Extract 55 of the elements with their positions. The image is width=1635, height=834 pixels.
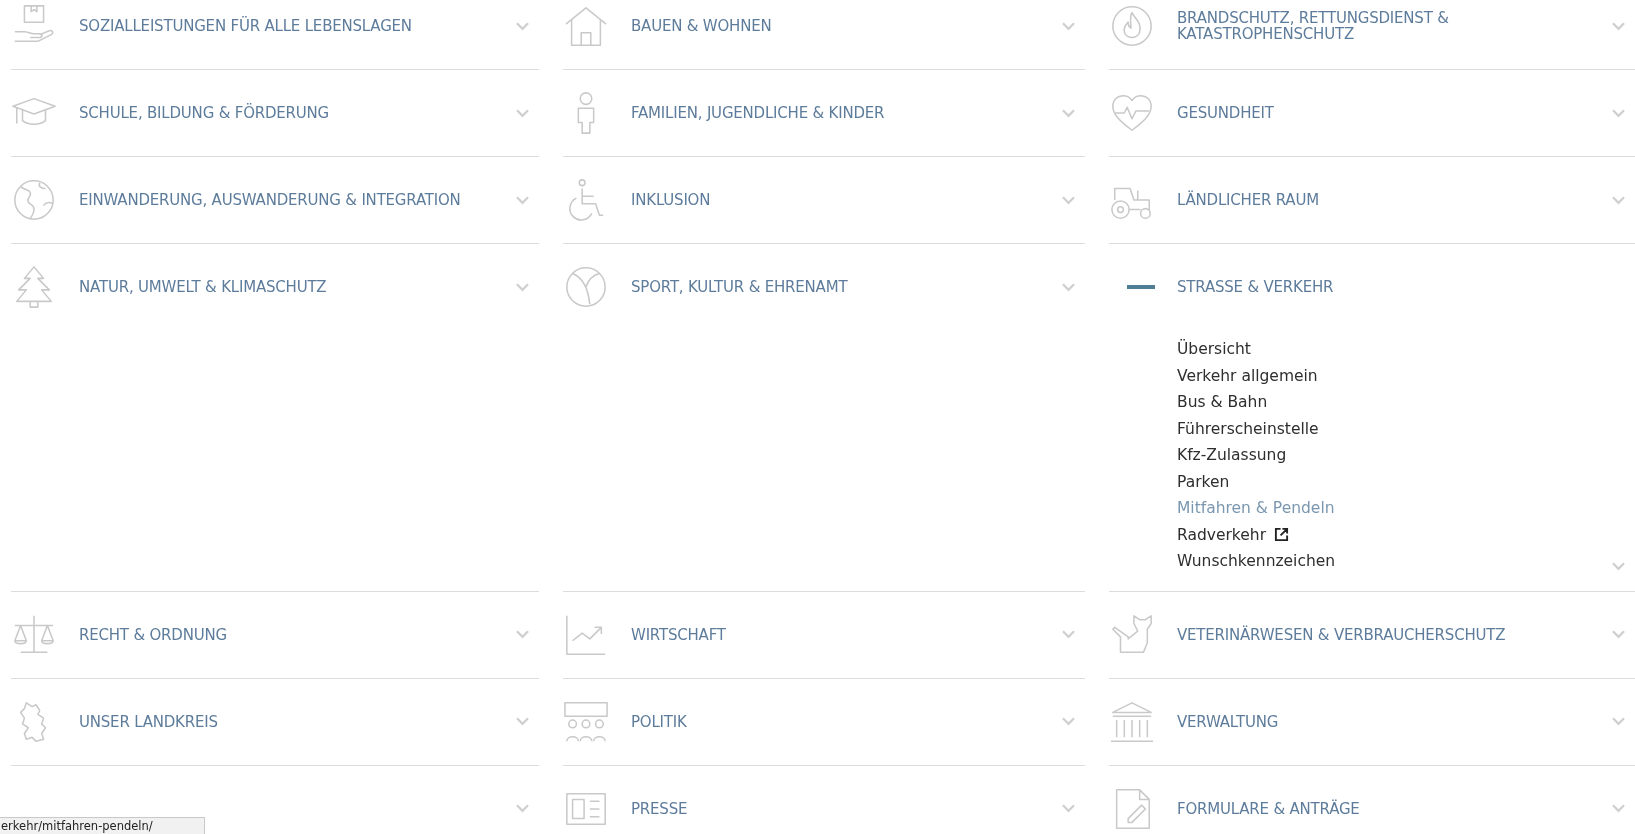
category-link[interactable]: NATUR, UMWELT & KLIMASCHUTZ [79, 279, 516, 295]
category-link[interactable]: INKLUSION [631, 192, 1062, 208]
category-link[interactable]: WIRTSCHAFT [631, 626, 1062, 643]
chevron-down-icon[interactable] [1612, 195, 1625, 205]
category-link[interactable]: UNSER LANDKREIS [79, 713, 516, 730]
chevron-down-icon[interactable] [1612, 21, 1625, 31]
chevron-down-icon[interactable] [516, 195, 529, 205]
chevron-down-icon[interactable] [516, 282, 529, 292]
chevron-down-icon[interactable] [1062, 804, 1075, 813]
submenu-link[interactable]: Bus & Bahn [1177, 393, 1268, 412]
chevron-down-icon[interactable] [1612, 561, 1625, 571]
chevron-down-icon[interactable] [1062, 108, 1075, 118]
collapse-icon[interactable] [1127, 285, 1155, 289]
submenu-link[interactable]: Übersicht [1177, 340, 1251, 359]
category-link[interactable]: SOZIALLEISTUNGEN FÜR ALLE LEBENSLAGEN [79, 18, 516, 34]
category-link[interactable]: POLITIK [631, 713, 1062, 730]
chevron-down-icon[interactable] [1612, 108, 1625, 118]
ball-icon [563, 264, 609, 310]
chevron-down-icon[interactable] [516, 108, 529, 118]
category-link[interactable]: FAMILIEN, JUGENDLICHE & KINDER [631, 105, 1062, 121]
category-link[interactable]: VETERINÄRWESEN & VERBRAUCHERSCHUTZ [1177, 626, 1612, 643]
submenu-link[interactable]: Führerscheinstelle [1177, 419, 1319, 438]
category-link[interactable]: VERWALTUNG [1177, 713, 1612, 730]
submenu-link[interactable]: Verkehr allgemein [1177, 366, 1318, 385]
chevron-down-icon[interactable] [516, 717, 529, 726]
chevron-down-icon[interactable] [1062, 282, 1075, 292]
chevron-down-icon[interactable] [1062, 21, 1075, 31]
category-link[interactable]: BAUEN & WOHNEN [631, 18, 1062, 34]
chevron-down-icon[interactable] [1612, 630, 1625, 639]
category-link[interactable]: PRESSE [631, 800, 1062, 817]
submenu-link[interactable]: Wunschkennzeichen [1177, 552, 1336, 571]
chevron-down-icon[interactable] [1062, 717, 1075, 726]
submenu-link[interactable]: Kfz-Zulassung [1177, 446, 1287, 465]
chevron-down-icon[interactable] [1612, 804, 1625, 813]
globe-icon [11, 177, 57, 223]
category-link[interactable]: FORMULARE & ANTRÄGE [1177, 800, 1612, 817]
category-link[interactable]: RECHT & ORDNUNG [79, 626, 516, 643]
chevron-down-icon[interactable] [1612, 717, 1625, 726]
category-link[interactable]: GESUNDHEIT [1177, 105, 1612, 121]
chevron-down-icon[interactable] [1062, 195, 1075, 205]
category-link[interactable]: SCHULE, BILDUNG & FÖRDERUNG [79, 105, 516, 121]
chevron-down-icon[interactable] [516, 630, 529, 639]
category-link[interactable]: STRASSE & VERKEHR [1177, 279, 1635, 295]
status-url-tooltip: erkehr/mitfahren-pendeln/ [0, 817, 205, 834]
chevron-down-icon[interactable] [516, 804, 529, 813]
category-link[interactable]: BRANDSCHUTZ, RETTUNGSDIENST & KATASTROPHENSCHUTZ [1177, 10, 1612, 42]
category-link[interactable]: EINWANDERUNG, AUSWANDERUNG & INTEGRATION [79, 192, 516, 208]
category-link[interactable]: LÄNDLICHER RAUM [1177, 192, 1612, 208]
flame-icon [1109, 3, 1155, 49]
chevron-down-icon[interactable] [516, 21, 529, 31]
submenu-link[interactable]: Parken [1177, 472, 1230, 491]
submenu-link[interactable]: Radverkehr [1177, 525, 1266, 544]
submenu-link[interactable]: Mitfahren & Pendeln [1177, 499, 1335, 518]
chevron-down-icon[interactable] [1062, 630, 1075, 639]
category-link[interactable]: SPORT, KULTUR & EHRENAMT [631, 279, 1062, 295]
